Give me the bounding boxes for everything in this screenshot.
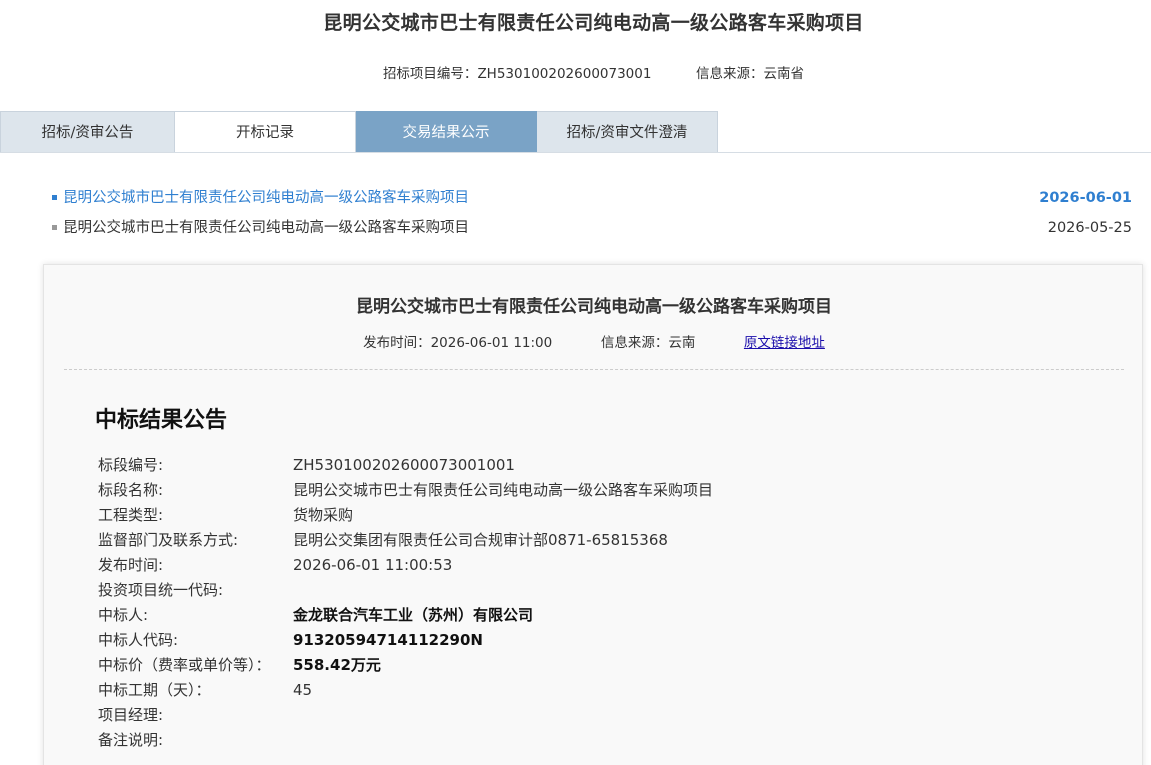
field-row: 中标人: 金龙联合汽车工业（苏州）有限公司 [98, 603, 1098, 628]
field-row: 发布时间: 2026-06-01 11:00:53 [98, 553, 1098, 578]
field-label: 监督部门及联系方式: [98, 531, 239, 549]
field-label: 中标人: [98, 606, 149, 624]
field-value: 2026-06-01 11:00:53 [293, 556, 453, 574]
field-row: 中标价（费率或单价等）： 558.42万元 [98, 653, 1098, 678]
project-source-label: 信息来源： [696, 66, 764, 82]
bullet-icon [52, 195, 57, 200]
tab-trade-result[interactable]: 交易结果公示 [356, 111, 537, 153]
publish-time-label: 发布时间： [363, 335, 431, 351]
project-meta: 招标项目编号：ZH530100202600073001 信息来源：云南省 [0, 62, 1151, 82]
notice-item[interactable]: 昆明公交城市巴士有限责任公司纯电动高一级公路客车采购项目 2026-06-01 [52, 186, 1134, 216]
field-label: 中标工期（天）： [98, 681, 211, 699]
tab-divider [0, 152, 1151, 153]
tab-file-clarification[interactable]: 招标/资审文件澄清 [537, 111, 718, 153]
notice-item[interactable]: 昆明公交城市巴士有限责任公司纯电动高一级公路客车采购项目 2026-05-25 [52, 216, 1134, 246]
notice-date: 2026-05-25 [1047, 220, 1132, 236]
field-label: 备注说明: [98, 731, 164, 749]
field-value: 货物采购 [293, 506, 354, 524]
field-row: 备注说明: [98, 728, 1098, 753]
field-value: 45 [293, 681, 313, 699]
notice-date: 2026-06-01 [1039, 190, 1132, 206]
field-value: 昆明公交城市巴士有限责任公司纯电动高一级公路客车采购项目 [293, 481, 714, 499]
announcement-meta: 发布时间：2026-06-01 11:00 信息来源：云南 原文链接地址 [44, 331, 1144, 351]
source-value: 云南 [668, 335, 696, 351]
announcement-heading: 昆明公交城市巴士有限责任公司纯电动高一级公路客车采购项目 [356, 297, 832, 317]
field-value: 558.42万元 [293, 656, 381, 674]
field-row: 标段编号: ZH530100202600073001001 [98, 453, 1098, 478]
field-value: 昆明公交集团有限责任公司合规审计部0871-65815368 [293, 531, 668, 549]
field-value: 91320594714112290N [293, 631, 483, 649]
notice-title[interactable]: 昆明公交城市巴士有限责任公司纯电动高一级公路客车采购项目 [63, 186, 469, 210]
original-link[interactable]: 原文链接地址 [744, 335, 825, 351]
bullet-icon [52, 225, 57, 230]
notice-list: 昆明公交城市巴士有限责任公司纯电动高一级公路客车采购项目 2026-06-01 … [52, 186, 1134, 246]
field-label: 投资项目统一代码: [98, 581, 224, 599]
field-row: 监督部门及联系方式: 昆明公交集团有限责任公司合规审计部0871-65815368 [98, 528, 1098, 553]
field-label: 发布时间: [98, 556, 164, 574]
field-label: 标段编号: [98, 456, 164, 474]
dashed-divider [64, 369, 1124, 370]
project-title: 昆明公交城市巴士有限责任公司纯电动高一级公路客车采购项目 [323, 12, 864, 34]
field-row: 中标人代码: 91320594714112290N [98, 628, 1098, 653]
field-label: 项目经理: [98, 706, 164, 724]
field-row: 项目经理: [98, 703, 1098, 728]
field-row: 投资项目统一代码: [98, 578, 1098, 603]
field-row: 中标工期（天）： 45 [98, 678, 1098, 703]
notice-title[interactable]: 昆明公交城市巴士有限责任公司纯电动高一级公路客车采购项目 [63, 216, 469, 240]
field-value: 金龙联合汽车工业（苏州）有限公司 [293, 606, 534, 624]
announcement-panel: 昆明公交城市巴士有限责任公司纯电动高一级公路客车采购项目 发布时间：2026-0… [43, 264, 1143, 765]
award-result-title: 中标结果公告 [95, 408, 228, 433]
tab-bid-opening-record[interactable]: 开标记录 [175, 111, 356, 153]
field-label: 工程类型: [98, 506, 164, 524]
publish-time: 2026-06-01 11:00 [430, 335, 553, 351]
project-source: 云南省 [763, 66, 805, 82]
project-code-label: 招标项目编号： [382, 66, 478, 82]
tab-tender-notice[interactable]: 招标/资审公告 [0, 111, 175, 153]
field-label: 中标人代码: [98, 631, 179, 649]
field-value: ZH530100202600073001001 [293, 456, 515, 474]
field-label: 中标价（费率或单价等）： [98, 656, 271, 674]
tab-bar: 招标/资审公告 开标记录 交易结果公示 招标/资审文件澄清 [0, 111, 718, 153]
field-row: 工程类型: 货物采购 [98, 503, 1098, 528]
award-field-list: 标段编号: ZH530100202600073001001 标段名称: 昆明公交城市… [98, 453, 1098, 753]
source-label: 信息来源： [600, 335, 669, 351]
project-code: ZH530100202600073001 [477, 66, 652, 82]
field-row: 标段名称: 昆明公交城市巴士有限责任公司纯电动高一级公路客车采购项目 [98, 478, 1098, 503]
field-label: 标段名称: [98, 481, 164, 499]
